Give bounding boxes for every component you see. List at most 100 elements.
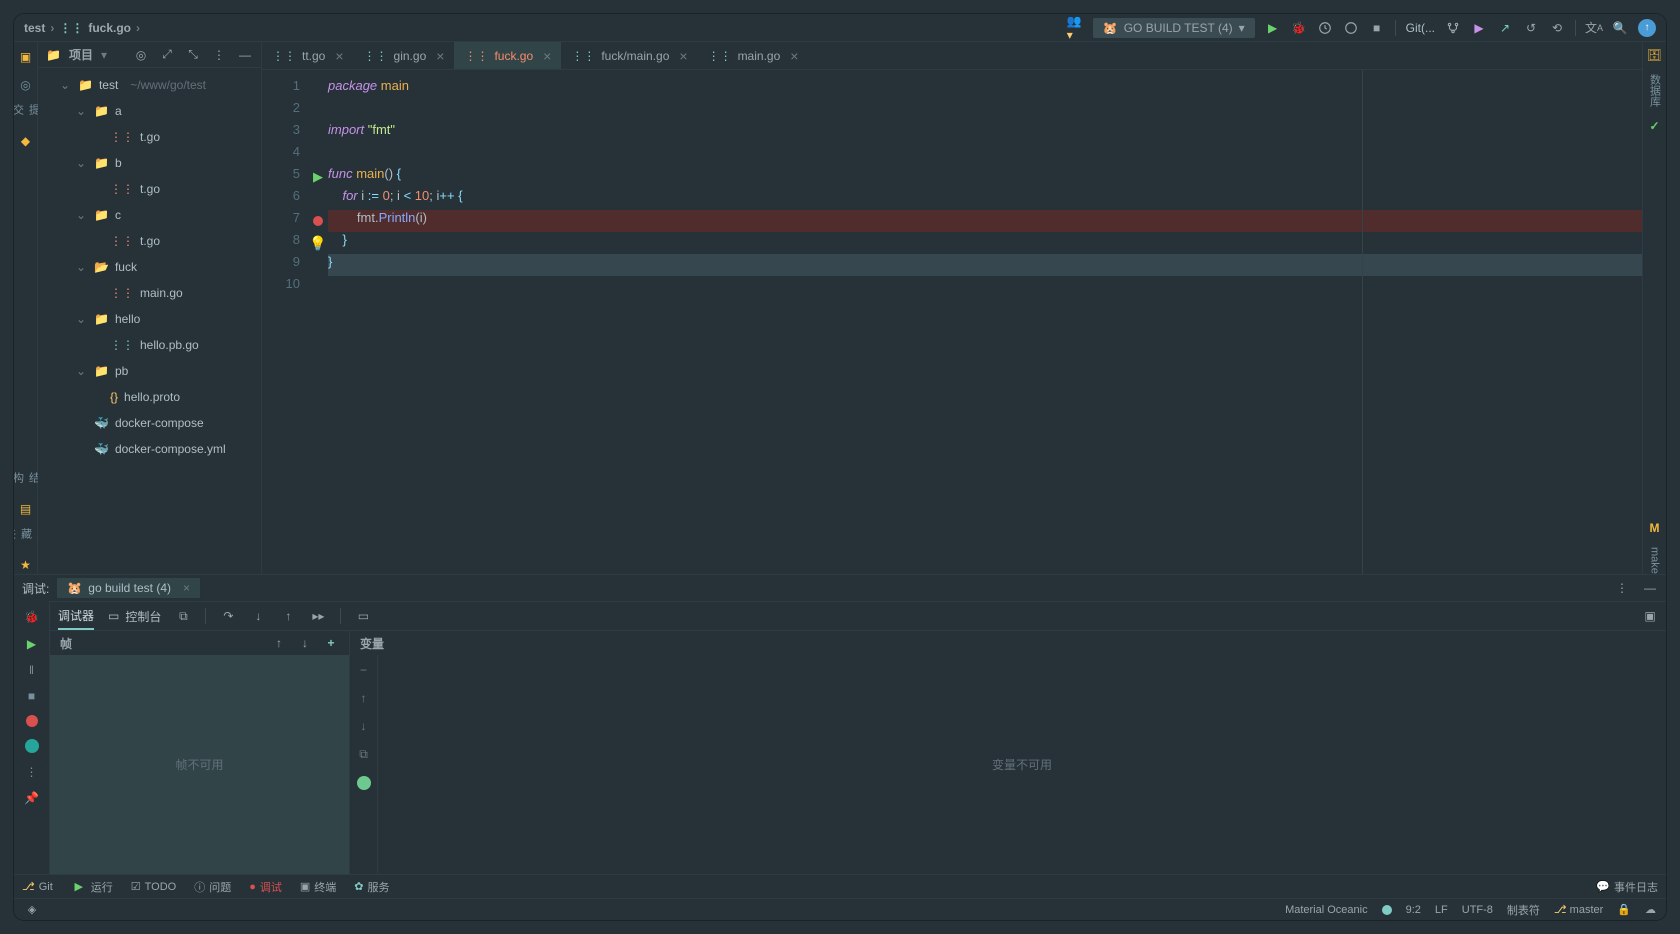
- run-tool[interactable]: ▶运行: [71, 879, 113, 895]
- make-icon[interactable]: M: [1650, 521, 1660, 535]
- todo-tool[interactable]: ☑TODO: [131, 880, 176, 893]
- new-window-icon[interactable]: ⧉: [175, 608, 191, 624]
- evaluate-icon[interactable]: ▭: [355, 608, 371, 624]
- close-icon[interactable]: ×: [790, 48, 798, 64]
- mute-bp-icon[interactable]: [25, 739, 39, 753]
- next-frame-icon[interactable]: ↓: [297, 635, 313, 651]
- caret-position[interactable]: 9:2: [1406, 904, 1421, 916]
- search-icon[interactable]: 🔍: [1612, 20, 1628, 36]
- editor-tab[interactable]: ⋮⋮fuck.go×: [454, 42, 561, 69]
- tree-item[interactable]: ⌄📁c: [38, 202, 261, 228]
- tree-item[interactable]: ⌄📁hello: [38, 306, 261, 332]
- structure-tool-icon[interactable]: ▤: [17, 500, 35, 518]
- run-to-cursor-icon[interactable]: ▸▸: [310, 608, 326, 624]
- tree-item[interactable]: ⋮⋮hello.pb.go: [38, 332, 261, 358]
- more-actions-icon[interactable]: ⋮: [26, 765, 38, 779]
- db-label[interactable]: 数据库: [1647, 74, 1663, 107]
- lock-icon[interactable]: 🔒: [1617, 903, 1631, 916]
- more-icon[interactable]: ⋮: [211, 47, 227, 63]
- code-with-me-icon[interactable]: 👥▾: [1067, 20, 1083, 36]
- editor-tab[interactable]: ⋮⋮tt.go×: [262, 42, 354, 69]
- breadcrumb-file[interactable]: fuck.go: [88, 21, 131, 35]
- minimize-icon[interactable]: —: [237, 47, 253, 63]
- breadcrumb[interactable]: test › ⋮⋮ fuck.go ›: [24, 21, 140, 35]
- tree-item[interactable]: ⋮⋮main.go: [38, 280, 261, 306]
- translate-icon[interactable]: 文A: [1586, 20, 1602, 36]
- tree-item[interactable]: ⌄📁test~/www/go/test: [38, 72, 261, 98]
- commit-icon[interactable]: ▶: [1471, 20, 1487, 36]
- gutter-marks[interactable]: ▶💡: [308, 70, 328, 574]
- layout-icon[interactable]: ▣: [1642, 608, 1658, 624]
- db-tool-icon[interactable]: 🗄: [1647, 48, 1662, 62]
- debug-tool[interactable]: ●调试: [249, 879, 282, 895]
- run-icon[interactable]: ▶: [1265, 20, 1281, 36]
- vars-minus-icon[interactable]: −: [360, 663, 367, 677]
- git-label[interactable]: Git(...: [1406, 21, 1435, 35]
- debug-config-tab[interactable]: 🐹 go build test (4) ×: [57, 578, 200, 598]
- terminal-tool[interactable]: ▣终端: [300, 879, 336, 895]
- tree-item[interactable]: ⋮⋮t.go: [38, 124, 261, 150]
- branch-icon[interactable]: [1445, 20, 1461, 36]
- debug-bug-icon[interactable]: 🐞: [24, 609, 40, 625]
- editor-tab[interactable]: ⋮⋮gin.go×: [354, 42, 455, 69]
- breakpoints-icon[interactable]: [26, 715, 38, 727]
- tree-item[interactable]: ⌄📂fuck: [38, 254, 261, 280]
- sidebar-title[interactable]: 项目: [69, 46, 93, 63]
- pause-icon[interactable]: ‖: [29, 663, 34, 677]
- editor[interactable]: 12345678910 ▶💡 package mainimport "fmt"f…: [262, 70, 1642, 574]
- theme-name[interactable]: Material Oceanic: [1285, 904, 1368, 916]
- close-icon[interactable]: ×: [183, 581, 190, 595]
- sync-icon[interactable]: ☁: [1645, 903, 1656, 916]
- close-icon[interactable]: ×: [436, 48, 444, 64]
- run-config-selector[interactable]: 🐹 GO BUILD TEST (4) ▾: [1093, 18, 1255, 38]
- events-log[interactable]: 💬事件日志: [1596, 879, 1658, 895]
- indent-type[interactable]: 制表符: [1507, 902, 1540, 918]
- step-over-icon[interactable]: ↷: [220, 608, 236, 624]
- tree-item[interactable]: ⌄📁pb: [38, 358, 261, 384]
- chevron-down-icon[interactable]: ▾: [101, 48, 107, 62]
- tree-item[interactable]: ⋮⋮t.go: [38, 176, 261, 202]
- push-icon[interactable]: ↗: [1497, 20, 1513, 36]
- vars-down-icon[interactable]: ↓: [361, 719, 367, 733]
- vars-copy-icon[interactable]: ⧉: [359, 747, 368, 762]
- line-ending[interactable]: LF: [1435, 904, 1448, 916]
- git-tool[interactable]: ⎇Git: [22, 880, 53, 893]
- close-icon[interactable]: ×: [335, 48, 343, 64]
- prev-frame-icon[interactable]: ↑: [271, 635, 287, 651]
- favorites-tool-icon[interactable]: ★: [17, 556, 35, 574]
- expand-icon[interactable]: ⤢: [159, 47, 175, 63]
- collapse-icon[interactable]: ⤡: [185, 47, 201, 63]
- breadcrumb-root[interactable]: test: [24, 21, 45, 35]
- close-icon[interactable]: ×: [543, 48, 551, 64]
- favorites-label[interactable]: 收藏夹: [17, 528, 35, 546]
- profiler-icon[interactable]: [1343, 20, 1359, 36]
- project-tool-icon[interactable]: ▣: [17, 48, 35, 66]
- tree-item[interactable]: ⌄📁b: [38, 150, 261, 176]
- services-tool[interactable]: ✿服务: [354, 879, 389, 895]
- more-icon[interactable]: ⋮: [1614, 580, 1630, 596]
- structure-label[interactable]: 结构: [17, 472, 35, 490]
- history-icon[interactable]: ↺: [1523, 20, 1539, 36]
- editor-tabs[interactable]: ⋮⋮tt.go×⋮⋮gin.go×⋮⋮fuck.go×⋮⋮fuck/main.g…: [262, 42, 1642, 70]
- project-tree[interactable]: ⌄📁test~/www/go/test⌄📁a⋮⋮t.go⌄📁b⋮⋮t.go⌄📁c…: [38, 68, 261, 574]
- tree-item[interactable]: 🐳docker-compose: [38, 410, 261, 436]
- encoding[interactable]: UTF-8: [1462, 904, 1493, 916]
- running-icon[interactable]: [1317, 20, 1333, 36]
- tree-item[interactable]: ⌄📁a: [38, 98, 261, 124]
- tab-console[interactable]: ▭控制台: [108, 602, 161, 630]
- problems-tool[interactable]: ⓘ问题: [194, 879, 231, 895]
- stop-icon[interactable]: ■: [1369, 20, 1385, 36]
- branch-indicator[interactable]: ⎇ master: [1554, 903, 1603, 916]
- avatar[interactable]: ↑: [1638, 19, 1656, 37]
- step-into-icon[interactable]: ↓: [250, 608, 266, 624]
- tree-item[interactable]: {}hello.proto: [38, 384, 261, 410]
- close-icon[interactable]: ×: [679, 48, 687, 64]
- minimize-icon[interactable]: —: [1642, 580, 1658, 596]
- commit-tool-icon[interactable]: ◎: [17, 76, 35, 94]
- resume-icon[interactable]: ▶: [27, 637, 36, 651]
- layers-icon[interactable]: ◈: [24, 902, 40, 918]
- make-label[interactable]: make: [1649, 547, 1661, 574]
- step-out-icon[interactable]: ↑: [280, 608, 296, 624]
- commit-label[interactable]: 提交: [17, 104, 35, 122]
- tab-debugger[interactable]: 调试器: [58, 602, 94, 630]
